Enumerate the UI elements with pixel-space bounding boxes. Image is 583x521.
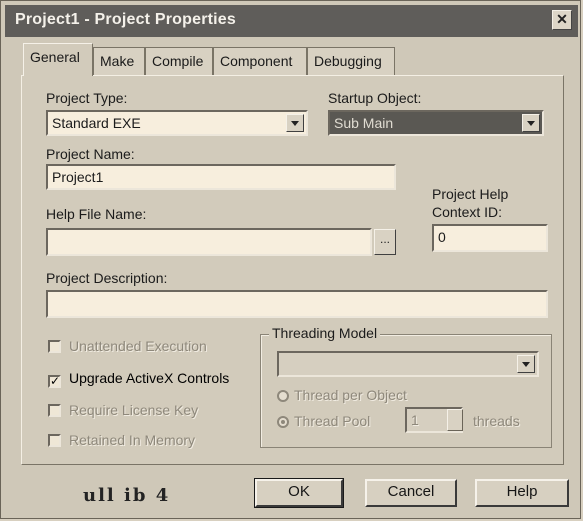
cancel-button[interactable]: Cancel [365,479,457,507]
project-name-field[interactable]: Project1 [46,164,396,190]
option-label: Retained In Memory [69,432,196,448]
startup-object-dropdown-icon[interactable] [522,114,540,132]
help-file-browse-button[interactable]: ... [374,229,396,255]
option-upgrade-activex[interactable]: ✓ Upgrade ActiveX Controls [48,370,229,388]
radio-selected-icon [277,416,289,428]
publisher-logo: ull ib 4 [83,485,171,506]
help-button[interactable]: Help [475,479,569,507]
thread-per-object-option[interactable]: Thread per Object [277,387,407,403]
option-label: Require License Key [69,402,199,418]
option-unattended-execution[interactable]: Unattended Execution [48,338,207,354]
project-type-combo[interactable]: Standard EXE [46,110,308,136]
description-label: Project Description: [46,270,168,286]
startup-object-label: Startup Object: [328,90,422,106]
threading-model-dropdown-icon[interactable] [517,355,535,373]
help-context-id-value: 0 [438,229,446,245]
thread-per-object-label: Thread per Object [294,387,407,403]
checkbox-icon [48,404,61,417]
tab-debugging[interactable]: Debugging [307,47,395,75]
radio-icon [277,390,289,402]
tab-make[interactable]: Make [93,47,145,75]
option-require-license-key[interactable]: Require License Key [48,402,198,418]
title-bar[interactable]: Project1 - Project Properties ✕ [5,5,578,37]
project-name-label: Project Name: [46,146,135,162]
help-file-field[interactable] [46,228,372,256]
option-label: Unattended Execution [69,338,207,354]
thread-pool-option[interactable]: Thread Pool [277,413,370,429]
threading-model-title: Threading Model [269,325,381,341]
project-type-value: Standard EXE [52,115,141,131]
project-name-value: Project1 [52,169,104,185]
checkbox-checked-icon: ✓ [48,374,61,388]
startup-object-value: Sub Main [334,115,394,131]
startup-object-combo[interactable]: Sub Main [328,110,544,136]
project-properties-window: Project1 - Project Properties ✕ General … [0,0,581,519]
general-panel: Project Type: Standard EXE Startup Objec… [21,75,564,465]
option-label: Upgrade ActiveX Controls [69,370,230,386]
thread-pool-spinner-icon[interactable] [447,409,463,431]
checkbox-icon [48,340,61,353]
tab-general[interactable]: General [23,43,93,76]
thread-pool-label: Thread Pool [294,413,371,429]
checkbox-icon [48,434,61,447]
threading-model-group: Threading Model Thread per Object Thread… [260,325,552,448]
description-field[interactable] [46,290,548,318]
tab-compile[interactable]: Compile [145,47,213,75]
project-type-dropdown-icon[interactable] [286,114,304,132]
help-file-label: Help File Name: [46,206,147,222]
tab-component[interactable]: Component [213,47,307,75]
close-icon[interactable]: ✕ [552,10,572,30]
ok-button[interactable]: OK [254,478,344,508]
threads-label: threads [473,413,520,429]
window-title: Project1 - Project Properties [15,11,236,28]
option-retained-in-memory[interactable]: Retained In Memory [48,432,195,448]
help-context-label-line1: Project Help [432,186,509,202]
help-context-label-line2: Context ID: [432,204,503,220]
project-type-label: Project Type: [46,90,128,106]
threading-model-combo[interactable] [277,351,539,377]
thread-pool-count-value: 1 [411,412,419,428]
help-context-id-field[interactable]: 0 [432,224,548,252]
